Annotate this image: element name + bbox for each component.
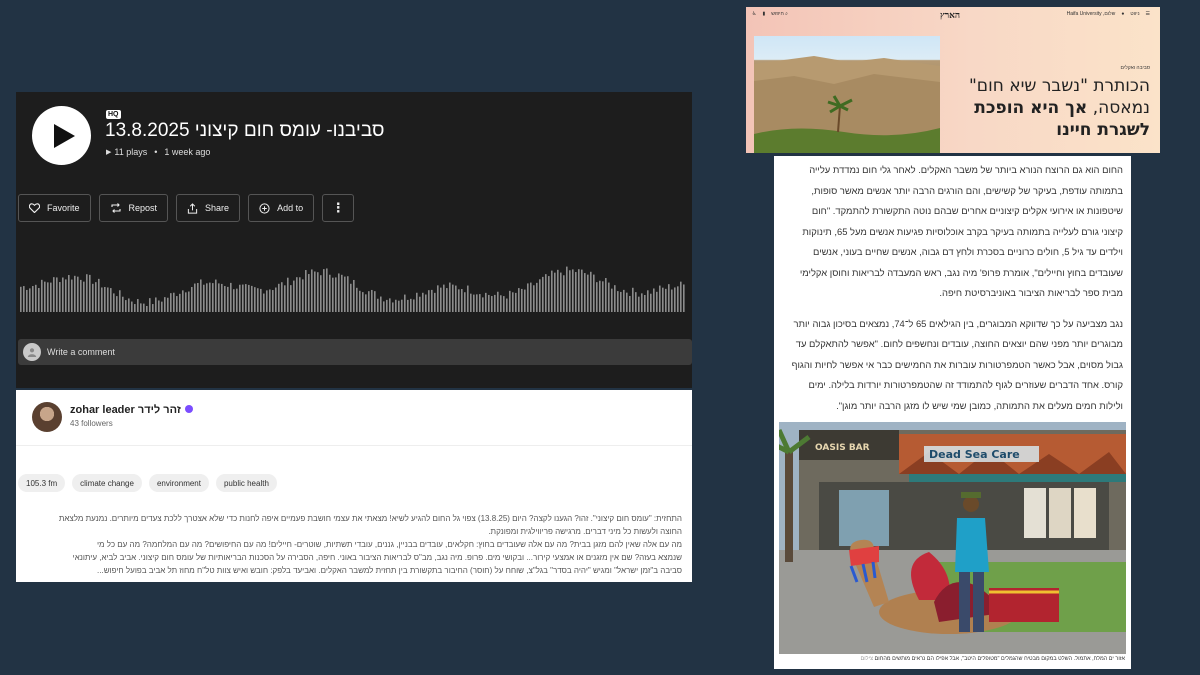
nav-label[interactable]: ניווט: [1130, 11, 1139, 17]
more-options-button[interactable]: ⋮: [322, 194, 355, 222]
tag-item[interactable]: environment: [148, 474, 209, 492]
paragraph-line: גבול מסוים, אבל כאשר הטמפרטורות עוברות א…: [791, 358, 1123, 370]
share-icon: [187, 202, 198, 214]
bookmark-icon[interactable]: ▮: [762, 11, 765, 17]
repost-icon: [110, 203, 121, 213]
tag-item[interactable]: climate change: [72, 474, 142, 492]
headline-line: לשגרת חיינו: [1056, 120, 1150, 140]
paragraph-line: בתמותה עודפת, בעיקר של קשישים, והם הורגי…: [811, 184, 1123, 196]
add-to-button[interactable]: Add to: [248, 194, 315, 222]
play-count: 11 plays: [114, 147, 148, 157]
menu-icon[interactable]: ☰: [1146, 11, 1150, 17]
greeting-label[interactable]: שלום, Haifa University: [1067, 11, 1116, 17]
play-button[interactable]: [32, 106, 91, 165]
paragraph-line: מבוגרים יותר מפני שהם יוצאים החוצה, עובד…: [795, 338, 1123, 349]
share-button[interactable]: Share: [176, 194, 241, 222]
article-body: החום הוא גם הרוצח הנורא ביותר של משבר הא…: [774, 156, 1131, 669]
site-logo[interactable]: הארץ: [940, 10, 960, 21]
more-icon: ⋮: [331, 200, 345, 215]
site-topbar: ♿︎ ▮ חיפוש ⌕ הארץ ☰ ניווט ● שלום, Haifa …: [746, 7, 1160, 23]
heart-icon: [29, 203, 40, 213]
description-line: שנמצא בעזה? שם אין מזגנים או אמצעי קירור…: [72, 553, 682, 562]
track-description: התחזית: "עומס חום קיצוני". זהו? הגענו לק…: [22, 512, 682, 577]
paragraph-line: וילדים עד גיל 5, חולים כרוניים בסכרת ולח…: [813, 246, 1123, 257]
action-bar: Favorite Repost Share Add to ⋮: [18, 194, 355, 222]
plus-circle-icon: [259, 202, 270, 214]
description-line: סביבה ב"זמן ישראל" ומגיש "יהיה בסדר" בגל…: [97, 566, 682, 575]
search-link[interactable]: חיפוש ⌕: [771, 11, 788, 17]
paragraph-line: שעובדים בחוץ וחיילים", אומרת פרופ' מיה נ…: [799, 266, 1123, 278]
play-icon: [53, 123, 75, 148]
uploader-card: zohar leader זהר לידר 43 followers 105.3…: [16, 390, 692, 582]
track-title: סביבנו- עומס חום קיצוני 13.8.2025: [105, 120, 385, 141]
headline-line: הכותרת "נשבר שיא חום": [968, 76, 1150, 96]
paragraph-line: ולילות חמים מעלים את התמותה, כמובן שמי ש…: [836, 399, 1123, 411]
meta-separator: •: [154, 147, 158, 157]
tag-item[interactable]: 105.3 fm: [18, 474, 66, 492]
search-icon: ⌕: [785, 11, 788, 17]
tag-list: 105.3 fm climate change environment publ…: [18, 474, 277, 492]
article-section[interactable]: סביבה ואקלים: [1121, 65, 1151, 71]
topbar-left: ♿︎ ▮ חיפוש ⌕: [752, 11, 788, 17]
hq-badge: HQ: [106, 110, 121, 119]
paragraph-line: קורס. אחד הדברים שעוזרים לגוף להתמודד זה…: [808, 379, 1123, 390]
repost-button[interactable]: Repost: [98, 194, 169, 222]
paragraph-line: שיטפונות או אירועי אקלים קיצוניים אחרים …: [811, 205, 1123, 216]
plays-icon: ▶: [106, 149, 112, 156]
accessibility-icon[interactable]: ♿︎: [752, 11, 756, 17]
header-image: [754, 36, 940, 153]
share-label: Share: [205, 203, 230, 213]
paragraph-line: קיצוני גורם לעלייה בתמותה בעיקר בקרב אוכ…: [802, 225, 1123, 237]
follower-count: 43 followers: [70, 419, 113, 428]
article-photo: OASIS BAR Dead Sea Care: [779, 422, 1126, 654]
paragraph-line: נגב מצביעה על כך שדווקא המבוגרים, בין הג…: [793, 317, 1124, 329]
article-text: החום הוא גם הרוצח הנורא ביותר של משבר הא…: [779, 160, 1123, 416]
uploader-avatar[interactable]: [32, 402, 62, 432]
topbar-right: ☰ ניווט ● שלום, Haifa University: [1067, 11, 1150, 17]
commenter-avatar: [23, 343, 41, 361]
uploader-name[interactable]: zohar leader זהר לידר: [70, 404, 181, 416]
tag-item[interactable]: public health: [215, 474, 277, 492]
paragraph-line: החום הוא גם הרוצח הנורא ביותר של משבר הא…: [809, 164, 1123, 175]
caption-text: אזור ים המלח, אתמול. השלט במקום מבטיח שה…: [874, 656, 1125, 662]
paragraph-line: מבית ספר לבריאות הציבור באוניברסיטת חיפה…: [939, 287, 1123, 298]
comment-input[interactable]: Write a comment: [47, 347, 115, 357]
description-line: מה עם אלה שאין להם מזגן בבית? מה עם אלה …: [96, 540, 682, 549]
user-icon[interactable]: ●: [1121, 11, 1124, 17]
favorite-button[interactable]: Favorite: [18, 194, 91, 222]
article-headline: הכותרת "נשבר שיא חום" נמאסה, אך היא הופכ…: [950, 75, 1150, 141]
audio-player: HQ סביבנו- עומס חום קיצוני 13.8.2025 ▶ 1…: [16, 92, 692, 388]
uploader-header: zohar leader זהר לידר 43 followers: [16, 390, 692, 446]
description-line: התחזית: "עומס חום קיצוני". זהו? הגענו לק…: [58, 514, 682, 523]
track-meta: ▶ 11 plays • 1 week ago: [106, 147, 210, 157]
favorite-label: Favorite: [47, 203, 80, 213]
article-header: ♿︎ ▮ חיפוש ⌕ הארץ ☰ ניווט ● שלום, Haifa …: [746, 7, 1160, 153]
photo-credit: צילום: [860, 656, 874, 662]
description-line: החוצה ולעשות כל מיני דברים. מרגישה פריוו…: [488, 527, 682, 536]
waveform[interactable]: [20, 264, 688, 312]
add-to-label: Add to: [277, 203, 304, 213]
uploader-name-row[interactable]: zohar leader זהר לידר: [70, 404, 193, 416]
photo-sign-oasis: OASIS BAR: [815, 443, 870, 453]
photo-sign-deadsea: Dead Sea Care: [929, 448, 1020, 461]
headline-line: נמאסה, אך היא הופכת: [974, 98, 1150, 118]
comment-bar[interactable]: Write a comment: [18, 339, 692, 365]
verified-icon: [184, 405, 193, 413]
user-icon: [27, 348, 37, 357]
repost-label: Repost: [128, 203, 158, 213]
photo-caption: אזור ים המלח, אתמול. השלט במקום מבטיח שה…: [780, 656, 1125, 662]
upload-time: 1 week ago: [164, 147, 211, 157]
